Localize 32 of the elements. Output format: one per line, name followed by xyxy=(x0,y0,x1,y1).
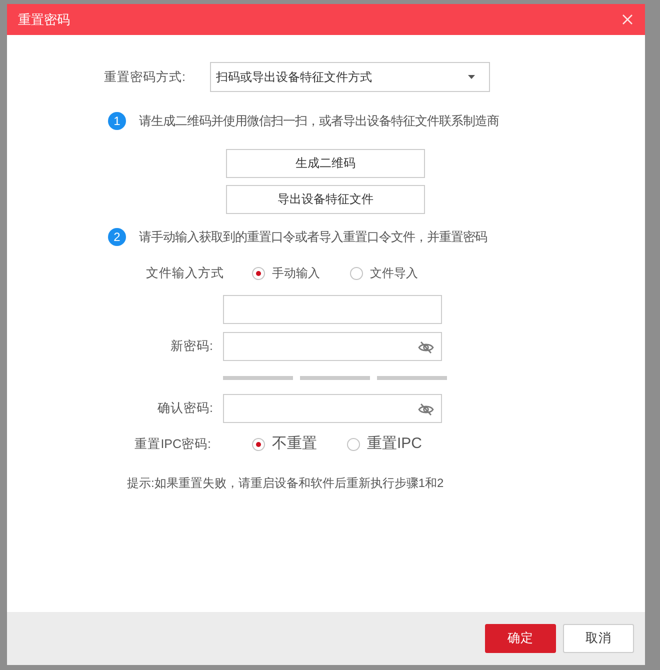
method-dropdown[interactable]: 扫码或导出设备特征文件方式 xyxy=(210,62,490,92)
confirm-button[interactable]: 确定 xyxy=(485,624,556,653)
step-number-badge: 1 xyxy=(108,112,126,130)
radio-button[interactable] xyxy=(252,438,265,451)
cancel-button[interactable]: 取消 xyxy=(563,624,634,653)
field-label: 确认密码: xyxy=(156,400,213,418)
dialog-title: 重置密码 xyxy=(18,10,70,29)
radio-label: 文件导入 xyxy=(370,265,418,282)
field-label: 新密码: xyxy=(170,338,213,356)
hint-text: 提示:如果重置失败，请重启设备和软件后重新执行步骤1和2 xyxy=(127,475,444,492)
radio-button[interactable] xyxy=(350,266,363,280)
action-button[interactable]: 导出设备特征文件 xyxy=(226,184,425,214)
password-field[interactable] xyxy=(223,332,442,362)
radio-label: 不重置 xyxy=(272,434,317,454)
field-label: 重置密码方式: xyxy=(104,68,186,86)
radio-button[interactable] xyxy=(347,438,360,451)
action-button[interactable]: 生成二维码 xyxy=(226,148,425,178)
radio-label: 手动输入 xyxy=(272,265,320,282)
radio-label: 重置IPC xyxy=(367,434,422,454)
field-label: 文件输入方式 xyxy=(146,264,225,282)
step-instruction: 请生成二维码并使用微信扫一扫，或者导出设备特征文件联系制造商 xyxy=(139,113,499,130)
eye-slash-icon[interactable] xyxy=(418,403,434,416)
input-field[interactable] xyxy=(223,295,442,324)
close-icon[interactable] xyxy=(622,14,633,25)
caret-icon xyxy=(468,75,475,79)
radio-button[interactable] xyxy=(252,266,265,280)
password-field[interactable] xyxy=(223,394,442,424)
dropdown-value: 扫码或导出设备特征文件方式 xyxy=(216,69,372,86)
eye-slash-icon[interactable] xyxy=(418,341,434,354)
field-label: 重置IPC密码: xyxy=(134,436,211,453)
step-number-badge: 2 xyxy=(108,228,126,246)
step-instruction: 请手动输入获取到的重置口令或者导入重置口令文件，并重置密码 xyxy=(139,228,487,246)
